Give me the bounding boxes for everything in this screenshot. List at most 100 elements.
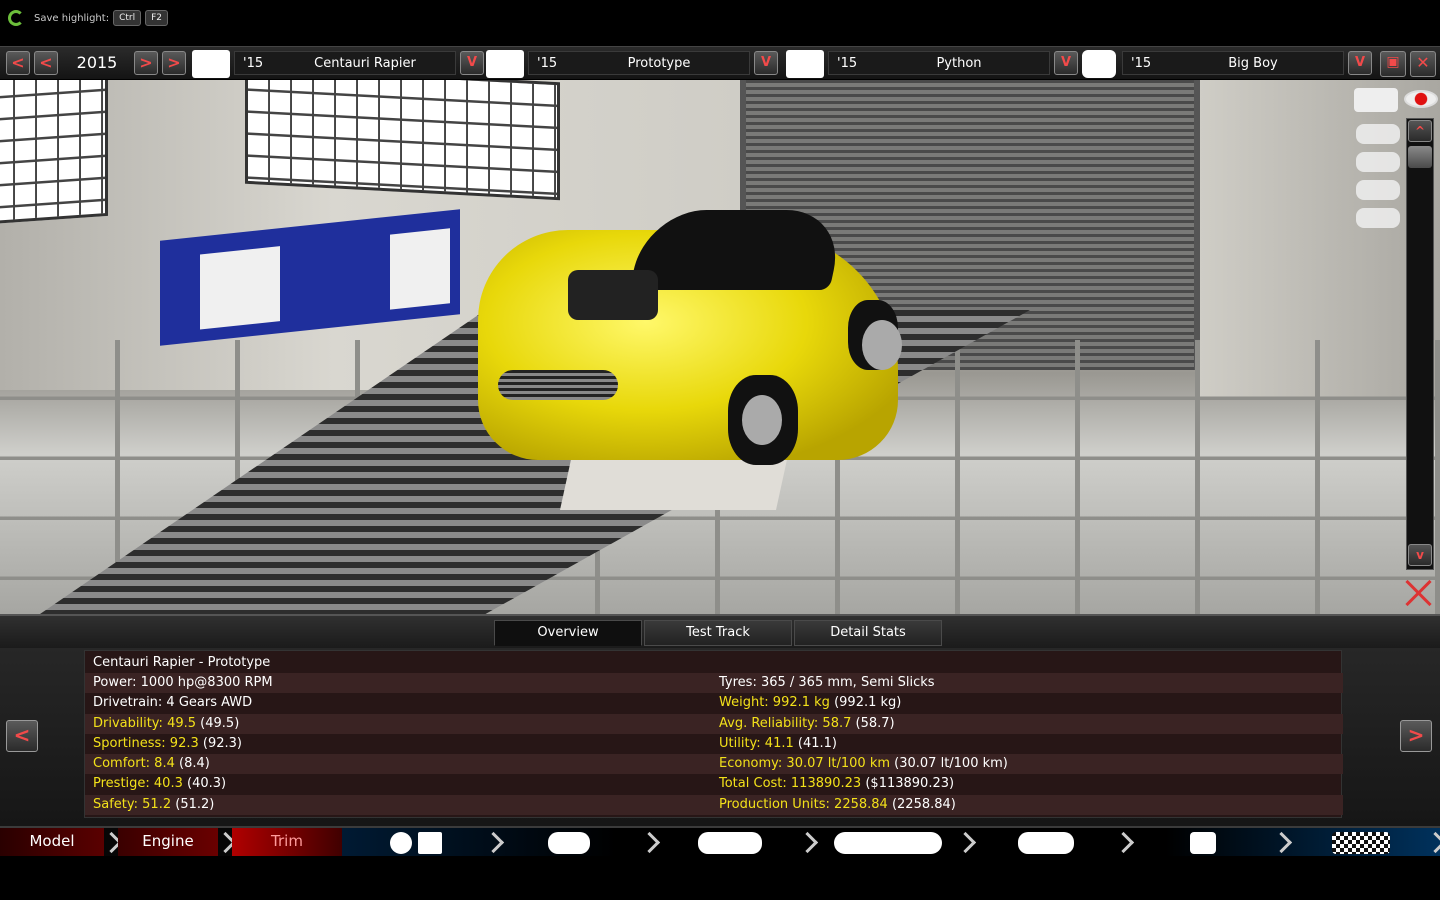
tire-pair-icon[interactable] [548,832,590,854]
variant-dropdown-button[interactable]: V [1348,51,1372,75]
model-year: '15 [243,56,264,71]
steering-wheel-icon[interactable] [1018,832,1074,854]
engine-block-icon [786,50,824,78]
engine-year: '15 [837,56,858,71]
view-angle-icon[interactable] [1356,208,1400,228]
overlay-bar: Save highlight: Ctrl F2 [0,0,1440,44]
f2-key: F2 [145,10,168,26]
view-front-icon[interactable] [1356,124,1400,144]
refresh-icon [8,10,24,26]
tab-overview[interactable]: Overview [494,620,642,646]
trim-slot[interactable]: '15 Prototype [528,51,750,75]
checkered-flag-icon[interactable] [1332,832,1390,854]
model-name: Centauri Rapier [314,56,416,71]
stat-total-cost: Total Cost: 113890.23 ($113890.23) [719,776,955,791]
stat-utility: Utility: 41.1 (41.1) [719,736,837,751]
stat-power: Power: 1000 hp@8300 RPM [93,675,273,690]
stat-drivability: Drivability: 49.5 (49.5) [93,716,240,731]
engine-name: Python [936,56,982,71]
stat-sportiness: Sportiness: 92.3 (92.3) [93,736,242,751]
year-prev-button[interactable]: < [34,51,58,75]
chevron-right-icon [486,832,498,854]
chevron-right-icon [800,832,812,854]
model-slot[interactable]: '15 Centauri Rapier [234,51,456,75]
view-rear-icon[interactable] [1356,180,1400,200]
chevron-right-icon [1428,832,1440,854]
aero-fan-icon[interactable] [834,832,942,854]
nav-engine[interactable]: Engine [118,828,218,856]
save-icon[interactable]: ▣ [1380,51,1406,77]
stat-reliability: Avg. Reliability: 58.7 (58.7) [719,716,895,731]
stat-drivetrain: Drivetrain: 4 Gears AWD [93,695,253,710]
year-next-button[interactable]: > [134,51,158,75]
stat-prestige: Prestige: 40.3 (40.3) [93,776,227,791]
design-stage-nav: Model Engine Trim [0,826,1440,856]
car-title: Centauri Rapier - Prototype [93,655,271,670]
ctrl-key: Ctrl [113,10,142,26]
scroll-up-button[interactable]: ^ [1408,120,1432,142]
view-presets [1350,86,1406,236]
stat-tyres: Tyres: 365 / 365 mm, Semi Slicks [719,675,935,690]
stats-row: Power: 1000 hp@8300 RPM Tyres: 365 / 365… [85,673,1343,693]
trim-name: Prototype [627,56,691,71]
save-highlight-label: Save highlight: [34,12,110,24]
stat-economy: Economy: 30.07 lt/100 km (30.07 lt/100 k… [719,756,1008,771]
eye-icon[interactable] [1404,90,1438,108]
car-sedan-icon [192,50,230,78]
close-icon[interactable]: ✕ [1410,51,1436,77]
scroll-down-button[interactable]: v [1408,544,1432,566]
camera-off-icon[interactable] [1404,580,1434,606]
stat-weight: Weight: 992.1 kg (992.1 kg) [719,695,902,710]
year-first-button[interactable]: < [6,51,30,75]
gearbox-icon[interactable] [418,832,442,854]
chevron-right-icon [958,832,970,854]
stats-row: Drivetrain: 4 Gears AWD Weight: 992.1 kg… [85,693,1343,713]
next-page-button[interactable]: > [1400,720,1432,752]
year-last-button[interactable]: > [162,51,186,75]
tab-detail-stats[interactable]: Detail Stats [794,620,942,646]
stat-safety: Safety: 51.2 (51.2) [93,797,215,812]
chevron-right-icon [642,832,654,854]
stats-row: Drivability: 49.5 (49.5) Avg. Reliabilit… [85,714,1343,734]
engine-variant-slot[interactable]: '15 Big Boy [1122,51,1344,75]
scroll-thumb[interactable] [1408,146,1432,168]
stats-row: Sportiness: 92.3 (92.3) Utility: 41.1 (4… [85,734,1343,754]
suspension-icon[interactable] [1190,832,1216,854]
stats-row: Centauri Rapier - Prototype [85,653,1343,673]
variant-year: '15 [1131,56,1152,71]
nav-model[interactable]: Model [0,828,104,856]
wheel-icon[interactable] [390,832,412,854]
stats-row: Comfort: 8.4 (8.4) Economy: 30.07 lt/100… [85,754,1343,774]
garage-window [245,80,560,201]
model-dropdown-button[interactable]: V [460,51,484,75]
trim-dropdown-button[interactable]: V [754,51,778,75]
stats-row: Safety: 51.2 (51.2) Production Units: 22… [85,795,1343,815]
tab-test-track[interactable]: Test Track [644,620,792,646]
selector-bar: < < 2015 > > '15 Centauri Rapier V '15 P… [0,46,1440,80]
stats-panel: Overview Test Track Detail Stats < > Cen… [0,614,1440,826]
car-model [478,200,908,470]
save-highlight-hint: Save highlight: Ctrl F2 [8,8,168,28]
view-scrollbar[interactable] [1406,118,1434,570]
chevron-right-icon [1116,832,1128,854]
variant-name: Big Boy [1228,56,1278,71]
prev-page-button[interactable]: < [6,720,38,752]
chevron-right-icon [1274,832,1286,854]
stats-row: Prestige: 40.3 (40.3) Total Cost: 113890… [85,774,1343,794]
engine-slot[interactable]: '15 Python [828,51,1050,75]
nav-trim[interactable]: Trim [232,828,342,856]
van-icon [486,50,524,78]
tab-strip: Overview Test Track Detail Stats [494,620,942,646]
stat-comfort: Comfort: 8.4 (8.4) [93,756,210,771]
trim-year: '15 [537,56,558,71]
chevron-right-icon [104,832,116,854]
bottom-letterbox [0,856,1440,900]
brake-icon[interactable] [698,832,762,854]
stat-production-units: Production Units: 2258.84 (2258.84) [719,797,956,812]
view-side-icon[interactable] [1356,152,1400,172]
year-display: 2015 [76,53,118,72]
turbo-icon [1082,50,1116,78]
car-viewport[interactable] [0,80,1440,614]
garage-window [0,80,108,225]
engine-dropdown-button[interactable]: V [1054,51,1078,75]
